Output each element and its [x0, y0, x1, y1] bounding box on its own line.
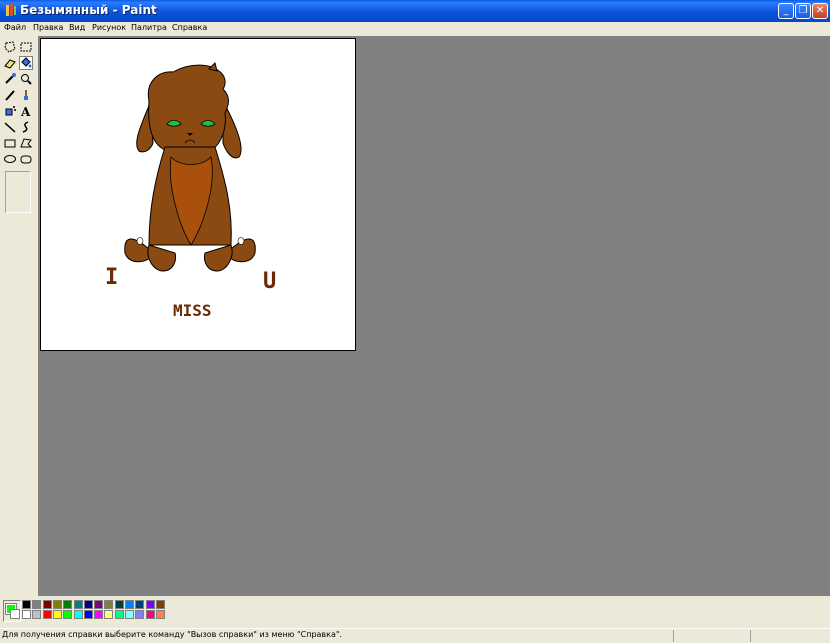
menu-file[interactable]: Файл	[4, 23, 26, 32]
palette-swatch[interactable]	[63, 600, 73, 609]
palette-swatch[interactable]	[145, 610, 155, 619]
palette-swatch[interactable]	[22, 610, 31, 619]
canvas-text-u: U	[263, 269, 277, 294]
polygon-icon[interactable]	[19, 136, 33, 150]
palette-swatch[interactable]	[94, 600, 104, 609]
select-icon[interactable]	[19, 40, 33, 54]
palette-swatch[interactable]	[73, 610, 83, 619]
palette-swatch[interactable]	[52, 600, 62, 609]
minimize-button[interactable]: _	[778, 3, 794, 19]
palette-swatch[interactable]	[42, 610, 52, 619]
svg-text:A: A	[20, 105, 31, 118]
palette-swatch[interactable]	[125, 600, 134, 609]
palette-swatch[interactable]	[83, 610, 93, 619]
palette-swatch[interactable]	[104, 600, 114, 609]
menu-palette[interactable]: Палитра	[131, 23, 167, 32]
tool-options-box[interactable]	[5, 171, 31, 213]
palette-swatch[interactable]	[155, 600, 165, 609]
palette-swatch[interactable]	[155, 610, 165, 619]
close-button[interactable]: ✕	[812, 3, 828, 19]
ellipse-icon[interactable]	[3, 152, 17, 166]
menu-bar: Файл Правка Вид Рисунок Палитра Справка	[0, 22, 830, 36]
menu-edit[interactable]: Правка	[33, 23, 63, 32]
palette-swatch[interactable]	[135, 610, 145, 619]
eraser-icon[interactable]	[3, 56, 17, 70]
status-help-text: Для получения справки выберите команду "…	[2, 630, 343, 639]
canvas-text-i: I	[105, 265, 119, 290]
toolbox: A	[0, 36, 39, 596]
palette-swatch[interactable]	[125, 610, 134, 619]
palette-swatch[interactable]	[104, 610, 114, 619]
text-icon[interactable]: A	[19, 104, 33, 119]
palette-swatch[interactable]	[114, 600, 124, 609]
current-colors[interactable]	[3, 600, 21, 622]
line-icon[interactable]	[3, 120, 17, 134]
palette-swatch[interactable]	[32, 600, 42, 609]
paint-app-icon[interactable]	[3, 3, 19, 19]
restore-button[interactable]: ❐	[795, 3, 811, 19]
palette-swatch[interactable]	[22, 600, 31, 609]
rectangle-icon[interactable]	[3, 136, 17, 150]
palette-swatch[interactable]	[73, 600, 83, 609]
magnifier-icon[interactable]	[19, 72, 33, 86]
color-picker-icon[interactable]	[3, 72, 17, 86]
menu-image[interactable]: Рисунок	[92, 23, 126, 32]
background-color	[10, 609, 20, 619]
window-title: Безымянный - Paint	[20, 3, 157, 17]
status-cell-coords	[673, 630, 674, 642]
palette-swatch[interactable]	[145, 600, 155, 609]
menu-view[interactable]: Вид	[69, 23, 85, 32]
color-palette	[0, 596, 830, 625]
palette-swatch[interactable]	[94, 610, 104, 619]
workspace: I U MISS	[38, 36, 830, 596]
palette-swatch[interactable]	[135, 600, 145, 609]
brush-icon[interactable]	[19, 88, 33, 102]
menu-help[interactable]: Справка	[172, 23, 207, 32]
free-select-icon[interactable]	[3, 40, 17, 54]
palette-swatch[interactable]	[114, 610, 124, 619]
fill-icon[interactable]	[19, 56, 33, 70]
palette-swatch[interactable]	[83, 600, 93, 609]
curve-icon[interactable]	[19, 120, 33, 134]
drawing-canvas[interactable]: I U MISS	[40, 38, 356, 351]
pencil-icon[interactable]	[3, 88, 17, 102]
status-cell-size	[750, 630, 751, 642]
palette-swatch[interactable]	[52, 610, 62, 619]
airbrush-icon[interactable]	[3, 104, 17, 118]
title-bar[interactable]: Безымянный - Paint _ ❐ ✕	[0, 0, 830, 22]
palette-swatch[interactable]	[63, 610, 73, 619]
status-bar: Для получения справки выберите команду "…	[0, 628, 830, 643]
canvas-text-miss: MISS	[173, 301, 212, 320]
palette-swatch[interactable]	[42, 600, 52, 609]
palette-swatch[interactable]	[32, 610, 42, 619]
rounded-rectangle-icon[interactable]	[19, 152, 33, 166]
